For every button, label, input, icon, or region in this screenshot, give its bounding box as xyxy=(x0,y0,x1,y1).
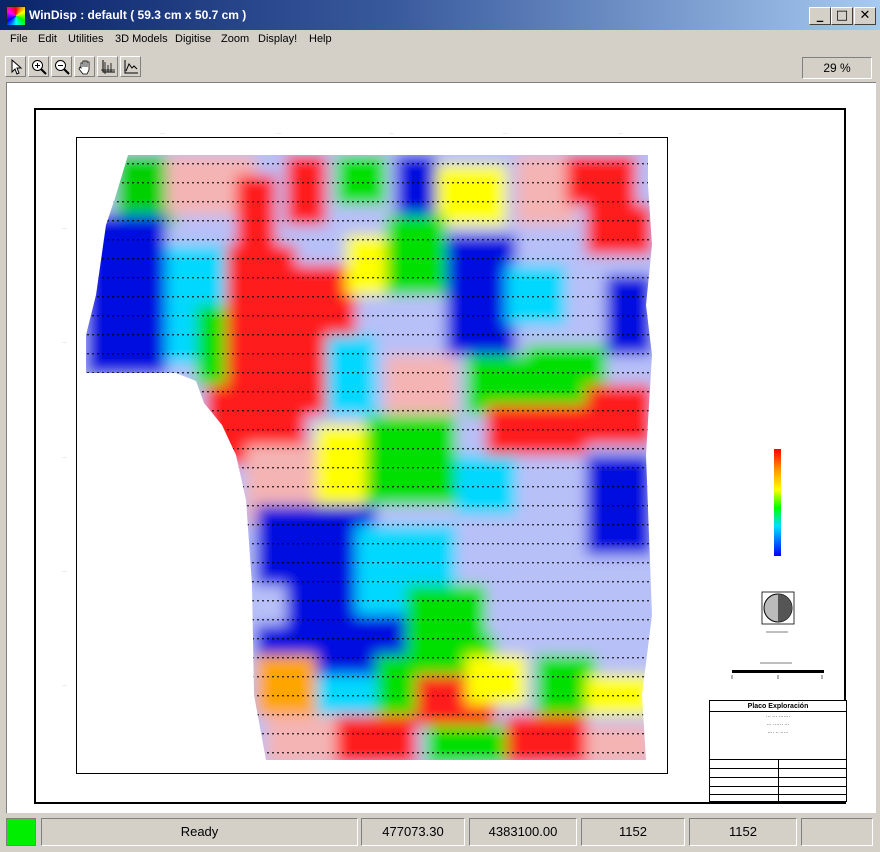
profile-graph-icon xyxy=(124,60,138,74)
divider xyxy=(710,711,846,712)
x-tick-label: ····· xyxy=(160,131,165,135)
pointer-icon xyxy=(11,59,23,75)
y-tick-label: ····· xyxy=(62,340,67,344)
title-block-line: ··· ··· ······· xyxy=(765,714,791,720)
status-indicator xyxy=(6,818,36,846)
window-title: WinDisp : default ( 59.3 cm x 50.7 cm ) xyxy=(29,8,247,22)
zoom-in-icon xyxy=(32,60,47,75)
title-block-company: Placo Exploración xyxy=(747,703,809,710)
close-button[interactable]: ✕ xyxy=(854,7,876,25)
menu-bar: File Edit Utilities 3D Models Digitise Z… xyxy=(0,30,880,50)
minimize-button[interactable]: _ xyxy=(809,7,831,25)
pointer-tool-button[interactable] xyxy=(5,56,26,77)
app-icon xyxy=(6,6,26,26)
gridded-map-image[interactable] xyxy=(86,155,652,760)
status-northing: 4383100.00 xyxy=(469,818,577,846)
zoom-out-icon xyxy=(55,60,70,75)
status-easting: 477073.30 xyxy=(361,818,465,846)
zoom-in-button[interactable] xyxy=(28,56,49,77)
pan-hand-icon xyxy=(78,60,90,75)
compass-symbol-icon xyxy=(761,591,795,633)
title-block-line: ···· ·· ····· xyxy=(767,730,789,736)
menu-zoom[interactable]: Zoom xyxy=(221,33,249,45)
menu-utilities[interactable]: Utilities xyxy=(68,33,103,45)
y-tick-label: ····· xyxy=(62,683,67,687)
toolbar xyxy=(0,53,880,81)
menu-edit[interactable]: Edit xyxy=(38,33,57,45)
status-message: Ready xyxy=(41,818,358,846)
pan-button[interactable] xyxy=(74,56,95,77)
y-tick-label: ····· xyxy=(62,226,67,230)
profile-button[interactable] xyxy=(120,56,141,77)
divider xyxy=(778,759,779,801)
y-tick-label: ····· xyxy=(62,569,67,573)
x-tick-label: ····· xyxy=(276,131,281,135)
color-legend-bar xyxy=(774,449,781,556)
y-tick-label: ····· xyxy=(62,455,67,459)
title-block-line: ··· ······ ··· xyxy=(766,722,790,728)
menu-digitise[interactable]: Digitise xyxy=(175,33,211,45)
status-column: 1152 xyxy=(581,818,685,846)
axes-icon xyxy=(101,60,115,74)
status-empty-pane xyxy=(801,818,873,846)
menu-3d-models[interactable]: 3D Models xyxy=(115,33,168,45)
axes-button[interactable] xyxy=(97,56,118,77)
scale-bar xyxy=(731,662,824,679)
x-tick-label: ····· xyxy=(503,131,508,135)
menu-file[interactable]: File xyxy=(10,33,28,45)
zoom-level-display: 29 % xyxy=(802,57,872,79)
menu-display[interactable]: Display! xyxy=(258,33,297,45)
map-title-block: Placo Exploración ··· ··· ······· ··· ··… xyxy=(709,700,847,802)
status-row: 1152 xyxy=(689,818,797,846)
x-tick-label: ····· xyxy=(618,131,623,135)
zoom-out-button[interactable] xyxy=(51,56,72,77)
menu-help[interactable]: Help xyxy=(309,33,332,45)
maximize-button[interactable]: □ xyxy=(831,7,853,25)
x-tick-label: ····· xyxy=(389,131,394,135)
